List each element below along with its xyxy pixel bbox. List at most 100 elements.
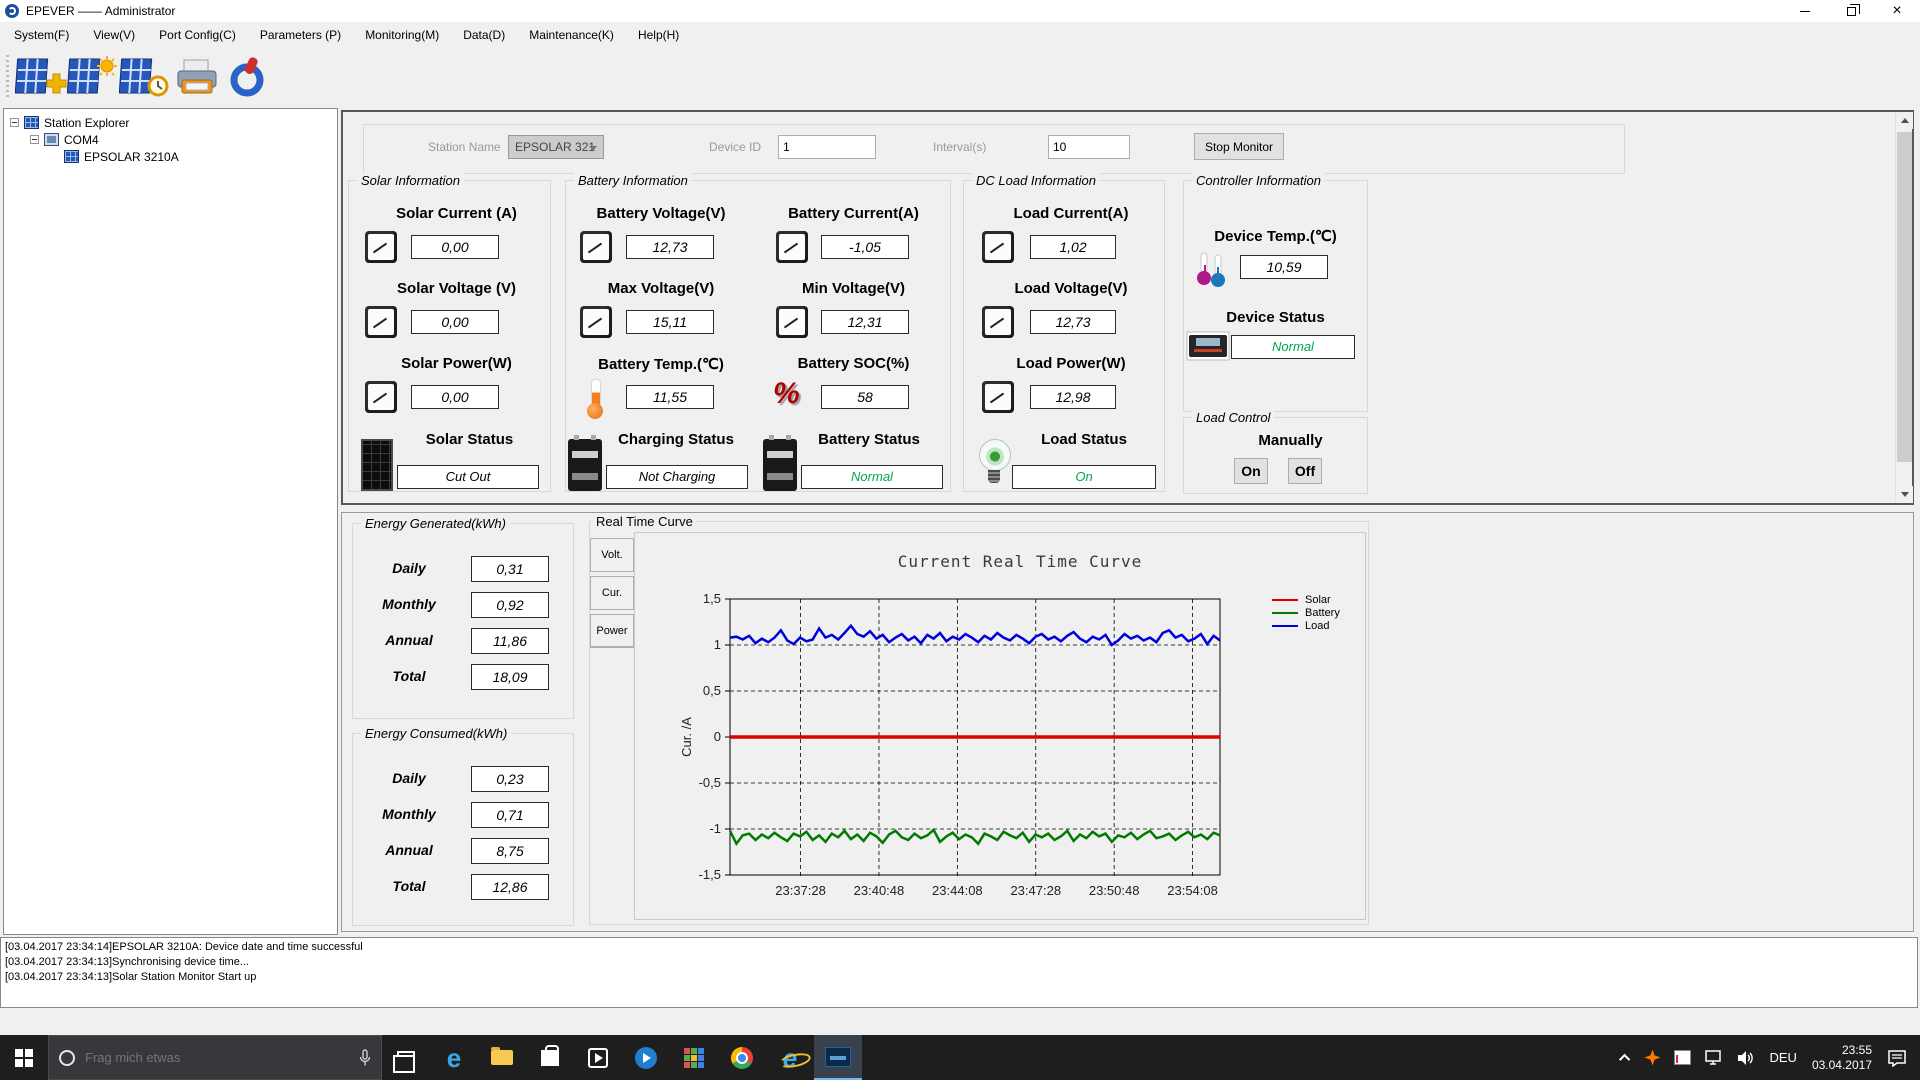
search-input[interactable]	[85, 1050, 359, 1065]
collapse-icon[interactable]	[10, 118, 19, 127]
epever-app-button[interactable]	[814, 1035, 862, 1080]
collapse-icon[interactable]	[30, 135, 39, 144]
tree-node-device[interactable]: EPSOLAR 3210A	[4, 148, 337, 165]
print-button[interactable]	[171, 53, 223, 101]
minimize-button[interactable]	[1782, 0, 1828, 22]
volume-tray-button[interactable]	[1730, 1035, 1762, 1080]
media-player-button[interactable]	[622, 1035, 670, 1080]
network-icon	[1705, 1049, 1722, 1065]
percent-icon: %	[773, 377, 800, 410]
windows-taskbar: e e DEU	[0, 1035, 1920, 1080]
tree-node-station-explorer[interactable]: Station Explorer	[4, 114, 337, 131]
svg-text:1: 1	[714, 637, 721, 652]
meter-gauge-icon	[580, 306, 612, 338]
vertical-scrollbar[interactable]	[1895, 112, 1913, 503]
solar-panel-sun-icon	[67, 55, 117, 93]
scroll-down-button[interactable]	[1896, 486, 1913, 503]
cortana-search-box[interactable]	[48, 1035, 382, 1080]
battery-status-label: Battery Status	[818, 431, 920, 448]
energy-and-curve-panel: Energy Generated(kWh) Daily 0,31 Monthly…	[341, 512, 1914, 932]
log-panel: [03.04.2017 23:34:14]EPSOLAR 3210A: Devi…	[0, 937, 1918, 1008]
movies-tv-button[interactable]	[574, 1035, 622, 1080]
menu-help[interactable]: Help(H)	[626, 24, 691, 46]
meter-gauge-icon	[982, 231, 1014, 263]
energy-generated-total-value: 18,09	[471, 664, 549, 690]
action-center-button[interactable]	[1880, 1035, 1914, 1080]
device-id-input[interactable]	[778, 135, 876, 159]
menu-port-config[interactable]: Port Config(C)	[147, 24, 248, 46]
load-status-label: Load Status	[1041, 431, 1127, 448]
task-view-button[interactable]	[382, 1035, 430, 1080]
svg-text:1,5: 1,5	[703, 591, 721, 606]
energy-generated-monthly-label: Monthly	[382, 596, 436, 612]
load-off-button[interactable]: Off	[1288, 458, 1322, 484]
chrome-icon	[731, 1046, 753, 1069]
dual-thermometer-icon	[1197, 252, 1225, 287]
controller-information-title: Controller Information	[1192, 173, 1325, 188]
language-indicator[interactable]: DEU	[1762, 1035, 1803, 1080]
stop-monitor-button[interactable]: Stop Monitor	[1194, 133, 1284, 160]
device-icon	[64, 150, 79, 163]
legend-label-load: Load	[1305, 620, 1330, 632]
load-on-button[interactable]: On	[1234, 458, 1268, 484]
network-tray-button[interactable]	[1698, 1035, 1730, 1080]
tab-cur[interactable]: Cur.	[590, 576, 634, 610]
svg-text:-1: -1	[709, 821, 721, 836]
tab-power[interactable]: Power	[590, 614, 634, 648]
battery-temp-value: 11,55	[626, 385, 714, 409]
interval-input[interactable]	[1048, 135, 1130, 159]
meter-gauge-icon	[365, 381, 397, 413]
svg-text:23:47:28: 23:47:28	[1010, 883, 1061, 898]
energy-consumed-monthly-label: Monthly	[382, 806, 436, 822]
file-explorer-button[interactable]	[478, 1035, 526, 1080]
chrome-button[interactable]	[718, 1035, 766, 1080]
load-voltage-value: 12,73	[1030, 310, 1116, 334]
energy-generated-annual-label: Annual	[385, 632, 433, 648]
apps-grid-button[interactable]	[670, 1035, 718, 1080]
exit-button[interactable]	[223, 53, 275, 101]
close-icon: ×	[1892, 2, 1902, 19]
add-station-button[interactable]	[15, 53, 67, 101]
device-status-label: Device Status	[1226, 309, 1325, 326]
menu-view[interactable]: View(V)	[81, 24, 147, 46]
restore-button[interactable]	[1828, 0, 1874, 22]
menu-monitoring[interactable]: Monitoring(M)	[353, 24, 451, 46]
solar-current-value: 0,00	[411, 235, 499, 259]
menu-parameters[interactable]: Parameters (P)	[248, 24, 353, 46]
load-voltage-label: Load Voltage(V)	[1014, 280, 1128, 297]
start-button[interactable]	[0, 1035, 48, 1080]
tray-expand-button[interactable]	[1615, 1035, 1637, 1080]
scrollbar-thumb[interactable]	[1897, 132, 1912, 462]
max-voltage-label: Max Voltage(V)	[607, 280, 715, 297]
tree-com-label: COM4	[64, 132, 99, 147]
edge-taskbar-button[interactable]: e	[430, 1035, 478, 1080]
battery-voltage-value: 12,73	[626, 235, 714, 259]
scroll-up-button[interactable]	[1896, 112, 1913, 129]
store-button[interactable]	[526, 1035, 574, 1080]
close-button[interactable]: ×	[1874, 0, 1920, 22]
menu-system[interactable]: System(F)	[2, 24, 81, 46]
power-icon	[230, 56, 264, 96]
speaker-icon	[1738, 1050, 1754, 1065]
menu-data[interactable]: Data(D)	[451, 24, 517, 46]
solar-information-title: Solar Information	[357, 173, 464, 188]
tree-node-com4[interactable]: COM4	[4, 131, 337, 148]
battery-soc-label: Battery SOC(%)	[797, 355, 910, 372]
battery-soc-value: 58	[821, 385, 909, 409]
epever-app-icon	[825, 1046, 851, 1067]
menu-maintenance[interactable]: Maintenance(K)	[517, 24, 626, 46]
tab-volt[interactable]: Volt.	[590, 538, 634, 572]
station-history-button[interactable]	[119, 53, 171, 101]
solar-power-value: 0,00	[411, 385, 499, 409]
solar-panel-plus-icon	[15, 58, 67, 93]
interval-label: Interval(s)	[933, 140, 987, 154]
avast-tray-button[interactable]	[1637, 1035, 1667, 1080]
station-name-dropdown[interactable]: EPSOLAR 321	[508, 135, 604, 159]
clock[interactable]: 23:55 03.04.2017	[1804, 1035, 1880, 1080]
internet-explorer-button[interactable]: e	[766, 1035, 814, 1080]
device-id-label: Device ID	[709, 140, 762, 154]
app-tray-button[interactable]	[1667, 1035, 1698, 1080]
microphone-icon[interactable]	[359, 1048, 371, 1067]
station-monitor-button[interactable]	[67, 53, 119, 101]
charging-status-value: Not Charging	[606, 465, 748, 489]
